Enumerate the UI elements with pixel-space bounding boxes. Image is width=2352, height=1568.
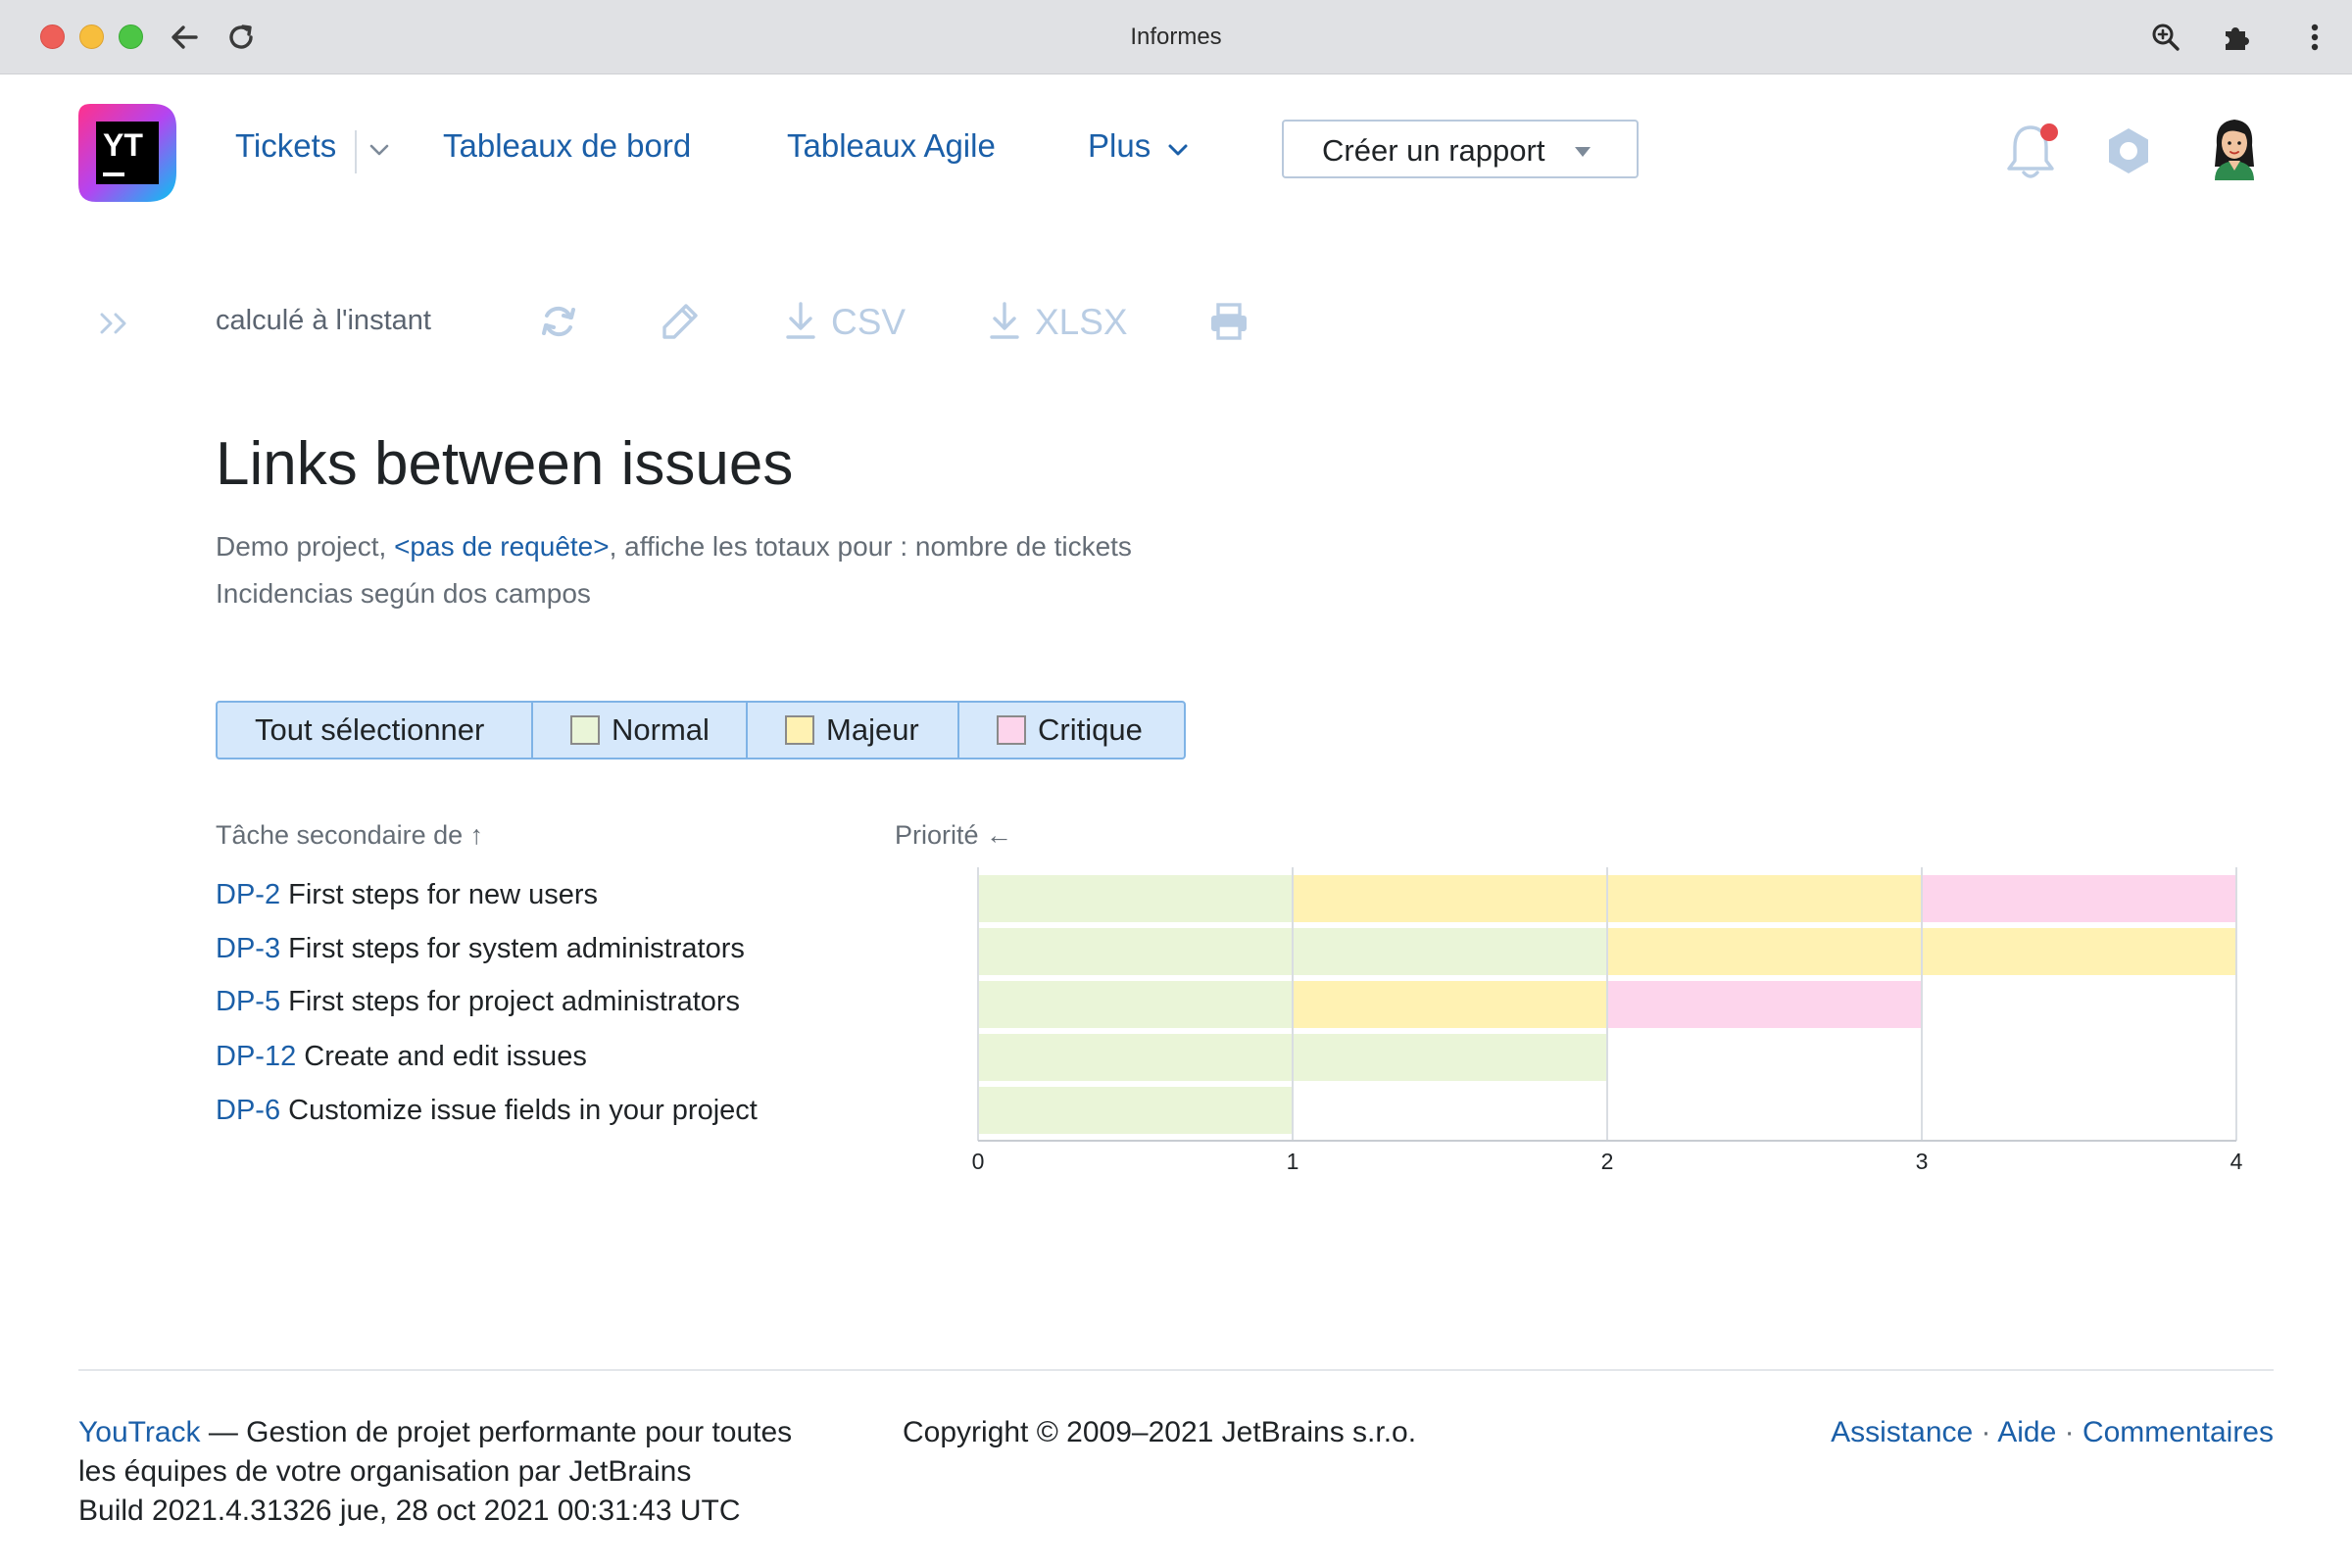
subtitle-project: Demo project, <box>216 531 395 562</box>
notification-badge <box>2038 122 2060 148</box>
browser-toolbar: Informes <box>0 0 2352 74</box>
priority-bar-chart: 0 1 2 3 4 <box>972 867 2243 1174</box>
table-row: DP-12 Create and edit issues <box>216 1041 587 1073</box>
x-tick-label: 3 <box>1916 1149 1929 1174</box>
issue-link[interactable]: DP-12 <box>216 1041 296 1072</box>
table-row: DP-6 Customize issue fields in your proj… <box>216 1095 758 1127</box>
subtitle-totals: , affiche les totaux pour : nombre de ti… <box>609 531 1132 562</box>
caret-down-icon <box>1574 145 1592 163</box>
calculated-status: calculé à l'instant <box>216 305 431 336</box>
x-tick-label: 4 <box>2230 1149 2243 1174</box>
extensions-puzzle-icon[interactable] <box>2217 18 2256 57</box>
footer-separator: · <box>1973 1416 1998 1448</box>
expand-sidebar-icon[interactable] <box>98 310 133 342</box>
report-subtitle: Demo project, <pas de requête>, affiche … <box>216 531 1132 563</box>
footer-about: YouTrack — Gestion de projet performante… <box>78 1413 823 1531</box>
footer-separator: · <box>2056 1416 2082 1448</box>
youtrack-link[interactable]: YouTrack <box>78 1416 201 1448</box>
major-swatch <box>785 715 814 745</box>
support-link[interactable]: Assistance <box>1831 1416 1973 1448</box>
issue-link[interactable]: DP-6 <box>216 1095 280 1126</box>
legend-major-toggle[interactable]: Majeur <box>748 703 959 758</box>
issue-summary: First steps for project administrators <box>280 986 741 1017</box>
select-all-button[interactable]: Tout sélectionner <box>218 703 533 758</box>
critical-swatch <box>997 715 1026 745</box>
legend-normal-label: Normal <box>612 712 710 747</box>
bar-DP-6-normal <box>978 1087 1293 1134</box>
x-tick-label: 2 <box>1601 1149 1614 1174</box>
more-vertical-icon[interactable] <box>2295 18 2334 57</box>
download-xlsx-icon[interactable] <box>988 300 1021 348</box>
x-tick-label: 1 <box>1287 1149 1299 1174</box>
youtrack-logo[interactable]: YT <box>76 102 178 204</box>
refresh-icon[interactable] <box>537 300 580 348</box>
legend-critical-toggle[interactable]: Critique <box>959 703 1184 758</box>
issue-link[interactable]: DP-5 <box>216 986 280 1017</box>
legend-critical-label: Critique <box>1038 712 1143 747</box>
svg-text:YT: YT <box>103 127 143 163</box>
window-title: Informes <box>1130 24 1222 50</box>
nav-more[interactable]: Plus <box>1088 127 1151 165</box>
download-csv-icon[interactable] <box>784 300 817 348</box>
build-info: Build 2021.4.31326 jue, 28 oct 2021 00:3… <box>78 1494 741 1527</box>
report-description: Incidencias según dos campos <box>216 578 591 609</box>
issue-summary: Customize issue fields in your project <box>280 1095 758 1126</box>
bar-DP-5-critique <box>1607 981 1922 1028</box>
nav-agile-boards[interactable]: Tableaux Agile <box>787 127 996 165</box>
create-report-label: Créer un rapport <box>1322 133 1545 168</box>
subtask-column-header[interactable]: Tâche secondaire de ↑ <box>216 820 483 851</box>
normal-swatch <box>570 715 600 745</box>
table-row: DP-5 First steps for project administrat… <box>216 986 740 1018</box>
select-all-label: Tout sélectionner <box>255 712 485 747</box>
nav-dashboards[interactable]: Tableaux de bord <box>443 127 691 165</box>
bar-DP-5-majeur <box>1293 981 1607 1028</box>
settings-hexagon-icon[interactable] <box>2103 125 2154 181</box>
issue-summary: Create and edit issues <box>296 1041 587 1072</box>
priority-column-header[interactable]: Priorité ← <box>895 820 1012 851</box>
x-tick-label: 0 <box>972 1149 985 1174</box>
priority-legend: Tout sélectionner Normal Majeur Critique <box>216 701 1186 760</box>
query-link[interactable]: <pas de requête> <box>394 531 610 562</box>
bar-DP-2-critique <box>1922 875 2236 922</box>
legend-major-label: Majeur <box>826 712 919 747</box>
xlsx-export-label[interactable]: XLSX <box>1035 302 1128 343</box>
zoom-icon[interactable] <box>2146 18 2185 57</box>
table-row: DP-2 First steps for new users <box>216 879 598 911</box>
csv-export-label[interactable]: CSV <box>831 302 906 343</box>
feedback-link[interactable]: Commentaires <box>2082 1416 2274 1448</box>
print-icon[interactable] <box>1207 300 1250 348</box>
table-row: DP-3 First steps for system administrato… <box>216 933 745 965</box>
footer-divider <box>78 1369 2274 1371</box>
more-chevron-down-icon[interactable] <box>1167 143 1189 162</box>
user-avatar[interactable] <box>2209 116 2260 185</box>
issue-link[interactable]: DP-2 <box>216 879 280 910</box>
create-report-button[interactable]: Créer un rapport <box>1282 120 1639 178</box>
nav-tickets[interactable]: Tickets <box>235 127 336 165</box>
copyright: Copyright © 2009–2021 JetBrains s.r.o. <box>903 1416 1417 1448</box>
bar-DP-5-normal <box>978 981 1293 1028</box>
issue-summary: First steps for new users <box>280 879 599 910</box>
tickets-chevron-down-icon[interactable] <box>368 143 390 162</box>
footer-links: Assistance · Aide · Commentaires <box>1831 1413 2274 1452</box>
report-title: Links between issues <box>216 430 794 498</box>
help-link[interactable]: Aide <box>1997 1416 2056 1448</box>
issue-link[interactable]: DP-3 <box>216 933 280 964</box>
nav-divider <box>355 130 357 173</box>
edit-pencil-icon[interactable] <box>659 300 702 348</box>
legend-normal-toggle[interactable]: Normal <box>533 703 748 758</box>
bar-DP-2-normal <box>978 875 1293 922</box>
issue-summary: First steps for system administrators <box>280 933 745 964</box>
